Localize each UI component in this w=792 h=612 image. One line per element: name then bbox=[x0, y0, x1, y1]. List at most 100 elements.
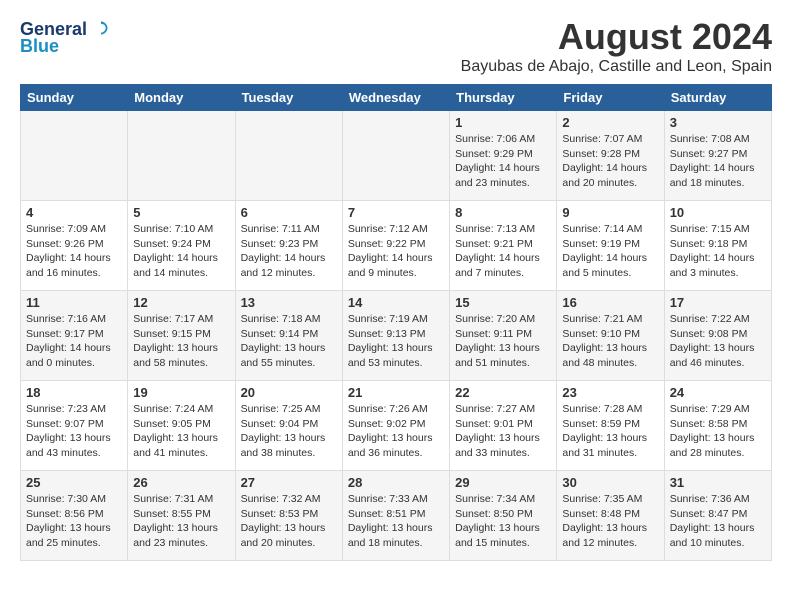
calendar-cell: 31 Sunrise: 7:36 AM Sunset: 8:47 PM Dayli… bbox=[664, 471, 771, 561]
calendar-cell: 23 Sunrise: 7:28 AM Sunset: 8:59 PM Dayli… bbox=[557, 381, 664, 471]
day-number: 15 bbox=[455, 295, 551, 310]
day-info: Sunrise: 7:16 AM Sunset: 9:17 PM Dayligh… bbox=[26, 312, 122, 371]
calendar-cell: 17 Sunrise: 7:22 AM Sunset: 9:08 PM Dayli… bbox=[664, 291, 771, 381]
calendar-cell: 7 Sunrise: 7:12 AM Sunset: 9:22 PM Daylig… bbox=[342, 201, 449, 291]
calendar-cell: 15 Sunrise: 7:20 AM Sunset: 9:11 PM Dayli… bbox=[450, 291, 557, 381]
subtitle: Bayubas de Abajo, Castille and Leon, Spa… bbox=[461, 58, 772, 76]
header-tuesday: Tuesday bbox=[235, 85, 342, 111]
calendar-cell: 10 Sunrise: 7:15 AM Sunset: 9:18 PM Dayli… bbox=[664, 201, 771, 291]
calendar-cell: 20 Sunrise: 7:25 AM Sunset: 9:04 PM Dayli… bbox=[235, 381, 342, 471]
week-row-0: 1Sunrise: 7:06 AM Sunset: 9:29 PM Daylig… bbox=[21, 111, 772, 201]
title-area: August 2024 Bayubas de Abajo, Castille a… bbox=[461, 16, 772, 76]
day-number: 14 bbox=[348, 295, 444, 310]
day-number: 29 bbox=[455, 475, 551, 490]
day-info: Sunrise: 7:24 AM Sunset: 9:05 PM Dayligh… bbox=[133, 402, 229, 461]
day-number: 2 bbox=[562, 115, 658, 130]
day-info: Sunrise: 7:27 AM Sunset: 9:01 PM Dayligh… bbox=[455, 402, 551, 461]
calendar-cell: 24 Sunrise: 7:29 AM Sunset: 8:58 PM Dayli… bbox=[664, 381, 771, 471]
day-number: 19 bbox=[133, 385, 229, 400]
header-thursday: Thursday bbox=[450, 85, 557, 111]
calendar-cell: 18 Sunrise: 7:23 AM Sunset: 9:07 PM Dayli… bbox=[21, 381, 128, 471]
day-info: Sunrise: 7:19 AM Sunset: 9:13 PM Dayligh… bbox=[348, 312, 444, 371]
day-info: Sunrise: 7:12 AM Sunset: 9:22 PM Dayligh… bbox=[348, 222, 444, 281]
calendar-cell: 4 Sunrise: 7:09 AM Sunset: 9:26 PM Daylig… bbox=[21, 201, 128, 291]
day-info: Sunrise: 7:21 AM Sunset: 9:10 PM Dayligh… bbox=[562, 312, 658, 371]
month-title: August 2024 bbox=[461, 16, 772, 58]
day-info: Sunrise: 7:34 AM Sunset: 8:50 PM Dayligh… bbox=[455, 492, 551, 551]
day-info: Sunrise: 7:25 AM Sunset: 9:04 PM Dayligh… bbox=[241, 402, 337, 461]
calendar-cell: 28 Sunrise: 7:33 AM Sunset: 8:51 PM Dayli… bbox=[342, 471, 449, 561]
day-number: 10 bbox=[670, 205, 766, 220]
day-number: 27 bbox=[241, 475, 337, 490]
logo-icon bbox=[94, 21, 108, 35]
day-info: Sunrise: 7:30 AM Sunset: 8:56 PM Dayligh… bbox=[26, 492, 122, 551]
week-row-1: 4 Sunrise: 7:09 AM Sunset: 9:26 PM Daylig… bbox=[21, 201, 772, 291]
day-info: Sunrise: 7:33 AM Sunset: 8:51 PM Dayligh… bbox=[348, 492, 444, 551]
calendar-cell bbox=[128, 111, 235, 201]
calendar-cell: 11 Sunrise: 7:16 AM Sunset: 9:17 PM Dayli… bbox=[21, 291, 128, 381]
day-info: Sunrise: 7:15 AM Sunset: 9:18 PM Dayligh… bbox=[670, 222, 766, 281]
day-info: Sunrise: 7:06 AM Sunset: 9:29 PM Dayligh… bbox=[455, 132, 551, 191]
calendar-cell: 12 Sunrise: 7:17 AM Sunset: 9:15 PM Dayli… bbox=[128, 291, 235, 381]
header-wednesday: Wednesday bbox=[342, 85, 449, 111]
calendar-cell bbox=[235, 111, 342, 201]
day-info: Sunrise: 7:32 AM Sunset: 8:53 PM Dayligh… bbox=[241, 492, 337, 551]
day-number: 18 bbox=[26, 385, 122, 400]
day-info: Sunrise: 7:36 AM Sunset: 8:47 PM Dayligh… bbox=[670, 492, 766, 551]
day-number: 23 bbox=[562, 385, 658, 400]
day-info: Sunrise: 7:18 AM Sunset: 9:14 PM Dayligh… bbox=[241, 312, 337, 371]
day-number: 30 bbox=[562, 475, 658, 490]
page-header: General Blue August 2024 Bayubas de Abaj… bbox=[20, 16, 772, 76]
calendar-cell: 14 Sunrise: 7:19 AM Sunset: 9:13 PM Dayli… bbox=[342, 291, 449, 381]
week-row-4: 25 Sunrise: 7:30 AM Sunset: 8:56 PM Dayli… bbox=[21, 471, 772, 561]
day-info: Sunrise: 7:17 AM Sunset: 9:15 PM Dayligh… bbox=[133, 312, 229, 371]
calendar-cell bbox=[21, 111, 128, 201]
calendar-cell: 16 Sunrise: 7:21 AM Sunset: 9:10 PM Dayli… bbox=[557, 291, 664, 381]
day-info: Sunrise: 7:11 AM Sunset: 9:23 PM Dayligh… bbox=[241, 222, 337, 281]
day-info: Sunrise: 7:22 AM Sunset: 9:08 PM Dayligh… bbox=[670, 312, 766, 371]
day-number: 21 bbox=[348, 385, 444, 400]
day-number: 25 bbox=[26, 475, 122, 490]
day-info: Sunrise: 7:09 AM Sunset: 9:26 PM Dayligh… bbox=[26, 222, 122, 281]
day-number: 22 bbox=[455, 385, 551, 400]
calendar-cell: 2 Sunrise: 7:07 AM Sunset: 9:28 PM Daylig… bbox=[557, 111, 664, 201]
header-saturday: Saturday bbox=[664, 85, 771, 111]
day-number: 6 bbox=[241, 205, 337, 220]
day-info: Sunrise: 7:07 AM Sunset: 9:28 PM Dayligh… bbox=[562, 132, 658, 191]
day-info: Sunrise: 7:14 AM Sunset: 9:19 PM Dayligh… bbox=[562, 222, 658, 281]
day-number: 24 bbox=[670, 385, 766, 400]
header-friday: Friday bbox=[557, 85, 664, 111]
calendar-cell: 22 Sunrise: 7:27 AM Sunset: 9:01 PM Dayli… bbox=[450, 381, 557, 471]
day-number: 4 bbox=[26, 205, 122, 220]
calendar-cell: 29 Sunrise: 7:34 AM Sunset: 8:50 PM Dayli… bbox=[450, 471, 557, 561]
calendar-cell: 6 Sunrise: 7:11 AM Sunset: 9:23 PM Daylig… bbox=[235, 201, 342, 291]
day-number: 9 bbox=[562, 205, 658, 220]
day-number: 31 bbox=[670, 475, 766, 490]
day-number: 16 bbox=[562, 295, 658, 310]
day-number: 12 bbox=[133, 295, 229, 310]
day-number: 8 bbox=[455, 205, 551, 220]
day-number: 20 bbox=[241, 385, 337, 400]
calendar-cell bbox=[342, 111, 449, 201]
day-info: Sunrise: 7:28 AM Sunset: 8:59 PM Dayligh… bbox=[562, 402, 658, 461]
day-info: Sunrise: 7:23 AM Sunset: 9:07 PM Dayligh… bbox=[26, 402, 122, 461]
calendar-table: SundayMondayTuesdayWednesdayThursdayFrid… bbox=[20, 84, 772, 561]
day-info: Sunrise: 7:29 AM Sunset: 8:58 PM Dayligh… bbox=[670, 402, 766, 461]
day-info: Sunrise: 7:20 AM Sunset: 9:11 PM Dayligh… bbox=[455, 312, 551, 371]
day-number: 11 bbox=[26, 295, 122, 310]
calendar-cell: 5Sunrise: 7:10 AM Sunset: 9:24 PM Daylig… bbox=[128, 201, 235, 291]
day-info: Sunrise: 7:10 AM Sunset: 9:24 PM Dayligh… bbox=[133, 222, 229, 281]
calendar-cell: 9 Sunrise: 7:14 AM Sunset: 9:19 PM Daylig… bbox=[557, 201, 664, 291]
day-info: Sunrise: 7:35 AM Sunset: 8:48 PM Dayligh… bbox=[562, 492, 658, 551]
day-number: 7 bbox=[348, 205, 444, 220]
day-number: 17 bbox=[670, 295, 766, 310]
day-number: 3 bbox=[670, 115, 766, 130]
calendar-cell: 30 Sunrise: 7:35 AM Sunset: 8:48 PM Dayli… bbox=[557, 471, 664, 561]
header-sunday: Sunday bbox=[21, 85, 128, 111]
calendar-cell: 26 Sunrise: 7:31 AM Sunset: 8:55 PM Dayli… bbox=[128, 471, 235, 561]
calendar-cell: 1Sunrise: 7:06 AM Sunset: 9:29 PM Daylig… bbox=[450, 111, 557, 201]
logo: General Blue bbox=[20, 20, 108, 57]
day-number: 26 bbox=[133, 475, 229, 490]
day-number: 28 bbox=[348, 475, 444, 490]
day-info: Sunrise: 7:31 AM Sunset: 8:55 PM Dayligh… bbox=[133, 492, 229, 551]
